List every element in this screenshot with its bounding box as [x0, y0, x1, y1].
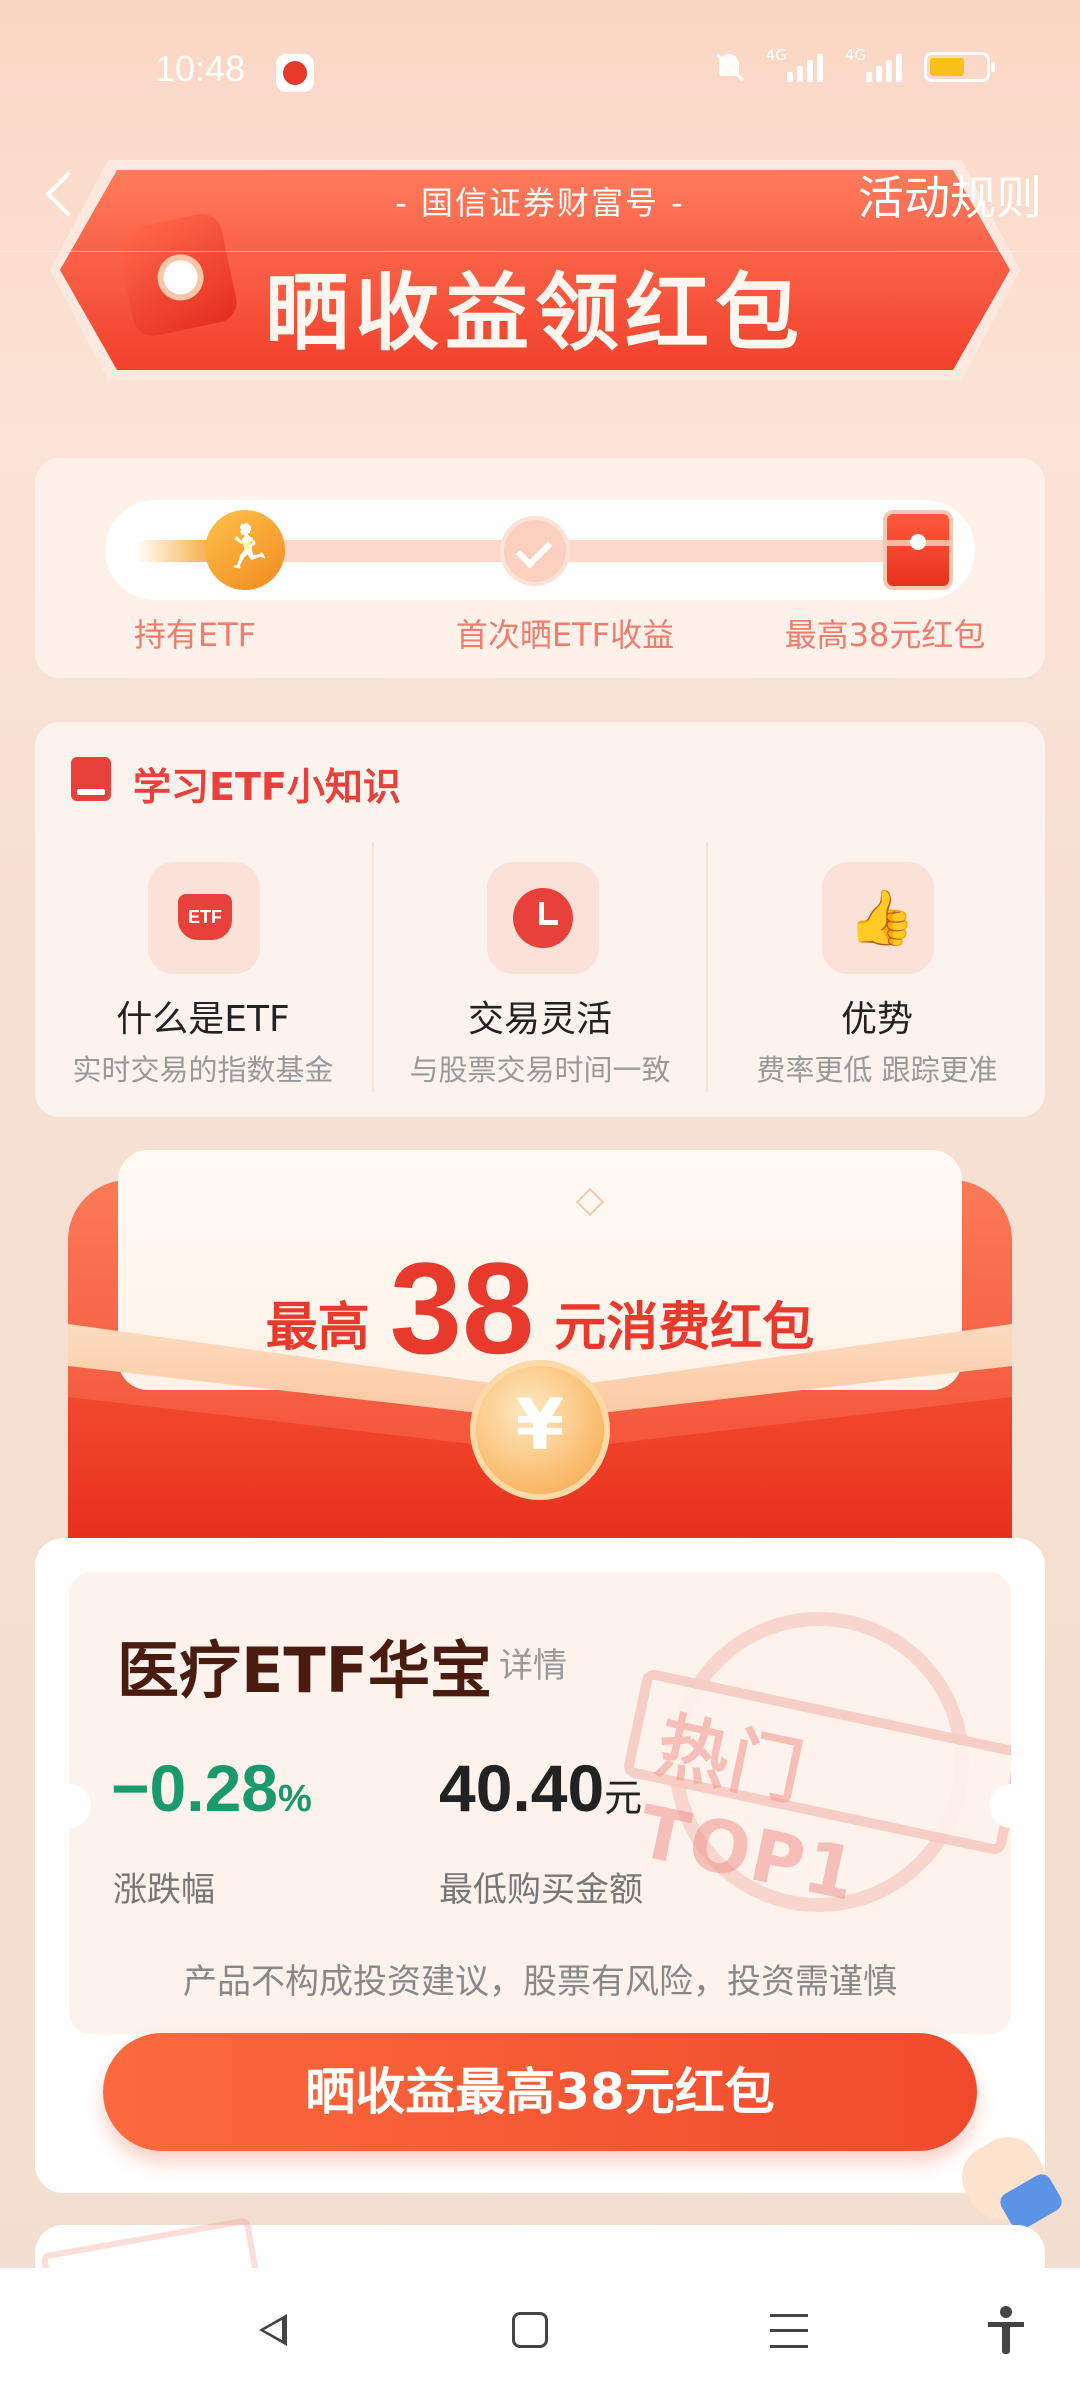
yuan-coin-icon [470, 1360, 610, 1500]
thumbs-up-icon [822, 862, 934, 974]
knowledge-title: 学习ETF小知识 [133, 765, 401, 809]
network-type-2: 4G [844, 46, 866, 64]
reward-red-envelope: 最高 38 元消费红包 [68, 1150, 1012, 1540]
progress-track [105, 500, 975, 600]
mute-icon [714, 52, 744, 82]
diamond-ornament [575, 1187, 605, 1217]
system-nav-bar [0, 2268, 1080, 2400]
nav-menu-icon[interactable] [770, 2314, 808, 2348]
activity-rules-link[interactable]: 活动规则 [858, 162, 1042, 228]
step-hold-etf: 持有ETF [133, 616, 257, 654]
knowledge-item-name: 什么是ETF [116, 999, 290, 1040]
change-label: 涨跌幅 [113, 1870, 215, 1910]
nav-home-icon[interactable] [512, 2312, 548, 2348]
nav-back-icon[interactable] [255, 2308, 295, 2352]
signal-icon-2: 4G [845, 46, 902, 82]
signal-icon: 4G [766, 46, 823, 82]
book-icon [71, 757, 111, 801]
knowledge-item-flexible-trading[interactable]: 交易灵活 与股票交易时间一致 [372, 842, 708, 1092]
change-value: −0.28 [111, 1751, 278, 1825]
notch-left [69, 1784, 91, 1828]
product-detail-link[interactable]: 详情 [499, 1638, 567, 1687]
red-envelope-icon [883, 510, 953, 590]
knowledge-item-desc: 与股票交易时间一致 [409, 1053, 671, 1087]
banner-title: 晒收益领红包 [265, 264, 806, 362]
status-bar: 10:48 4G 4G [0, 0, 1080, 140]
battery-icon [924, 52, 995, 82]
min-purchase-label: 最低购买金额 [439, 1870, 643, 1910]
price-value: 40.40 [439, 1751, 605, 1825]
price-unit: 元 [604, 1778, 643, 1820]
product-name: 医疗ETF华宝 [117, 1634, 492, 1707]
knowledge-item-advantages[interactable]: 优势 费率更低 跟踪更准 [709, 842, 1045, 1092]
runner-icon [205, 510, 285, 590]
min-purchase-amount: 40.40元 [439, 1750, 642, 1826]
product-info-panel: 热门TOP1 医疗ETF华宝 详情 −0.28% 涨跌幅 40.40元 最低购买… [69, 1572, 1011, 2034]
status-icons: 4G 4G [714, 46, 995, 82]
change-unit: % [278, 1778, 312, 1820]
step-reward: 最高38元红包 [784, 616, 986, 654]
pointing-hand-icon [935, 2120, 1055, 2240]
etf-knowledge-card: 学习ETF小知识 什么是ETF 实时交易的指数基金 交易灵活 与股票交易时间一致… [35, 722, 1045, 1117]
header: - 国信证券财富号 - 活动规则 [0, 140, 1080, 252]
app-notification-icon [276, 54, 314, 92]
etf-icon [148, 862, 260, 974]
share-profit-button[interactable]: 晒收益最高38元红包 [103, 2033, 977, 2151]
knowledge-item-what-is-etf[interactable]: 什么是ETF 实时交易的指数基金 [35, 842, 371, 1092]
progress-fill [135, 540, 215, 562]
check-icon [500, 516, 570, 586]
product-card: 热门TOP1 医疗ETF华宝 详情 −0.28% 涨跌幅 40.40元 最低购买… [35, 1538, 1045, 2193]
clock-icon [487, 862, 599, 974]
reward-amount: 38 [389, 1235, 535, 1381]
reward-prefix: 最高 [265, 1298, 370, 1358]
accessibility-icon[interactable] [988, 2306, 1024, 2354]
knowledge-item-name: 优势 [840, 999, 913, 1040]
status-time: 10:48 [155, 48, 246, 89]
knowledge-item-name: 交易灵活 [467, 999, 612, 1040]
change-percent: −0.28% [111, 1750, 312, 1826]
knowledge-item-desc: 实时交易的指数基金 [72, 1053, 334, 1087]
risk-disclaimer: 产品不构成投资建议，股票有风险，投资需谨慎 [183, 1962, 897, 2002]
reward-suffix: 元消费红包 [554, 1298, 815, 1358]
network-type-1: 4G [765, 46, 787, 64]
knowledge-item-desc: 费率更低 跟踪更准 [756, 1053, 998, 1087]
progress-card: 持有ETF 首次晒ETF收益 最高38元红包 [35, 458, 1045, 678]
step-share-profit: 首次晒ETF收益 [455, 616, 675, 654]
